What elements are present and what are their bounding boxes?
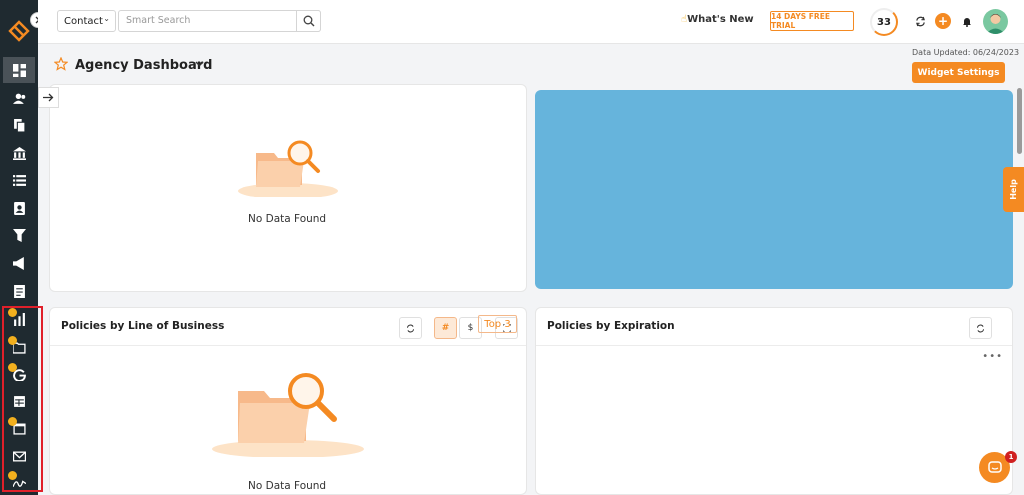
card-header: Policies by Line of Business # $ <box>50 308 526 346</box>
card-title: Policies by Line of Business <box>61 320 225 332</box>
notifications-button[interactable] <box>960 14 974 28</box>
whats-new-link[interactable]: ☝What's New <box>681 14 754 25</box>
refresh-icon <box>407 324 414 332</box>
chevron-down-icon: ⌄ <box>103 14 110 23</box>
funnel-icon <box>12 228 26 242</box>
documents-icon <box>13 118 25 132</box>
sidebar-item-contact-card[interactable] <box>0 195 38 221</box>
search-button[interactable] <box>296 10 321 32</box>
widget-card-blue <box>535 90 1013 289</box>
sidebar-item-documents[interactable] <box>0 112 38 138</box>
sidebar-item-notes[interactable] <box>0 278 38 304</box>
page-scrollbar[interactable] <box>1017 88 1022 154</box>
refresh-button[interactable] <box>913 14 927 28</box>
page-title[interactable]: Agency Dashboard <box>75 58 212 73</box>
contact-type-select[interactable]: Contact ⌄ <box>57 10 116 32</box>
notes-icon <box>13 284 25 298</box>
no-data-illustration <box>238 140 338 197</box>
megaphone-icon <box>12 256 24 270</box>
card-title: Policies by Expiration <box>547 320 675 332</box>
refresh-icon <box>977 324 984 332</box>
contacts-icon <box>12 93 25 104</box>
policies-expiration-card: Policies by Expiration ••• <box>535 307 1013 495</box>
sidebar-item-bank[interactable] <box>0 140 38 166</box>
no-data-illustration <box>212 373 364 457</box>
help-tab[interactable]: Help <box>1003 167 1024 212</box>
favorite-star-icon[interactable] <box>54 57 68 71</box>
bell-icon <box>963 17 971 27</box>
chat-icon <box>987 460 1002 473</box>
sidebar-item-funnel[interactable] <box>0 222 38 248</box>
search-input[interactable]: Smart Search <box>118 10 321 32</box>
contact-select-label: Contact <box>64 15 103 27</box>
top-bar: Contact ⌄ Smart Search ☝What's New 14 DA… <box>38 0 1024 44</box>
app-logo[interactable] <box>8 20 30 44</box>
widget-card-empty: No Data Found <box>49 84 527 292</box>
sidebar-item-list[interactable] <box>0 167 38 193</box>
whats-new-label: What's New <box>687 14 754 25</box>
sidebar <box>0 0 43 495</box>
no-data-text: No Data Found <box>248 480 327 492</box>
notification-counter[interactable]: 33 <box>870 8 898 36</box>
refresh-icon <box>915 16 925 26</box>
chat-unread-badge: 1 <box>1005 451 1017 463</box>
search-icon <box>303 15 314 27</box>
contact-card-icon <box>13 201 25 215</box>
sidebar-highlight-box <box>2 306 43 492</box>
more-options-button[interactable]: ••• <box>982 351 1003 362</box>
user-avatar-icon <box>986 14 1005 34</box>
add-button[interactable]: + <box>935 13 951 29</box>
help-label: Help <box>1009 179 1018 200</box>
sidebar-item-campaigns[interactable] <box>0 250 38 276</box>
sidebar-item-dashboard[interactable] <box>3 57 35 83</box>
user-avatar[interactable] <box>983 9 1008 34</box>
count-mode-button[interactable]: # <box>434 317 457 339</box>
dashboard-icon <box>12 63 26 77</box>
no-data-text: No Data Found <box>248 213 327 225</box>
data-updated-text: Data Updated: 06/24/2023 <box>912 48 1020 57</box>
policies-lob-card: Policies by Line of Business # $ Top 3 N… <box>49 307 527 495</box>
top-filter-button[interactable]: Top 3 <box>478 315 517 333</box>
sidebar-item-contacts[interactable] <box>0 85 38 111</box>
card-header: Policies by Expiration <box>536 308 1012 346</box>
refresh-widget-button[interactable] <box>399 317 422 339</box>
refresh-widget-button[interactable] <box>969 317 992 339</box>
list-icon <box>12 174 26 186</box>
arrow-right-icon <box>43 93 54 102</box>
bank-icon <box>12 146 26 160</box>
free-trial-badge[interactable]: 14 DAYS FREE TRIAL <box>770 11 854 31</box>
widget-settings-button[interactable]: Widget Settings <box>912 62 1005 83</box>
expand-panel-button[interactable] <box>38 87 59 108</box>
chevron-down-icon[interactable] <box>195 61 204 67</box>
